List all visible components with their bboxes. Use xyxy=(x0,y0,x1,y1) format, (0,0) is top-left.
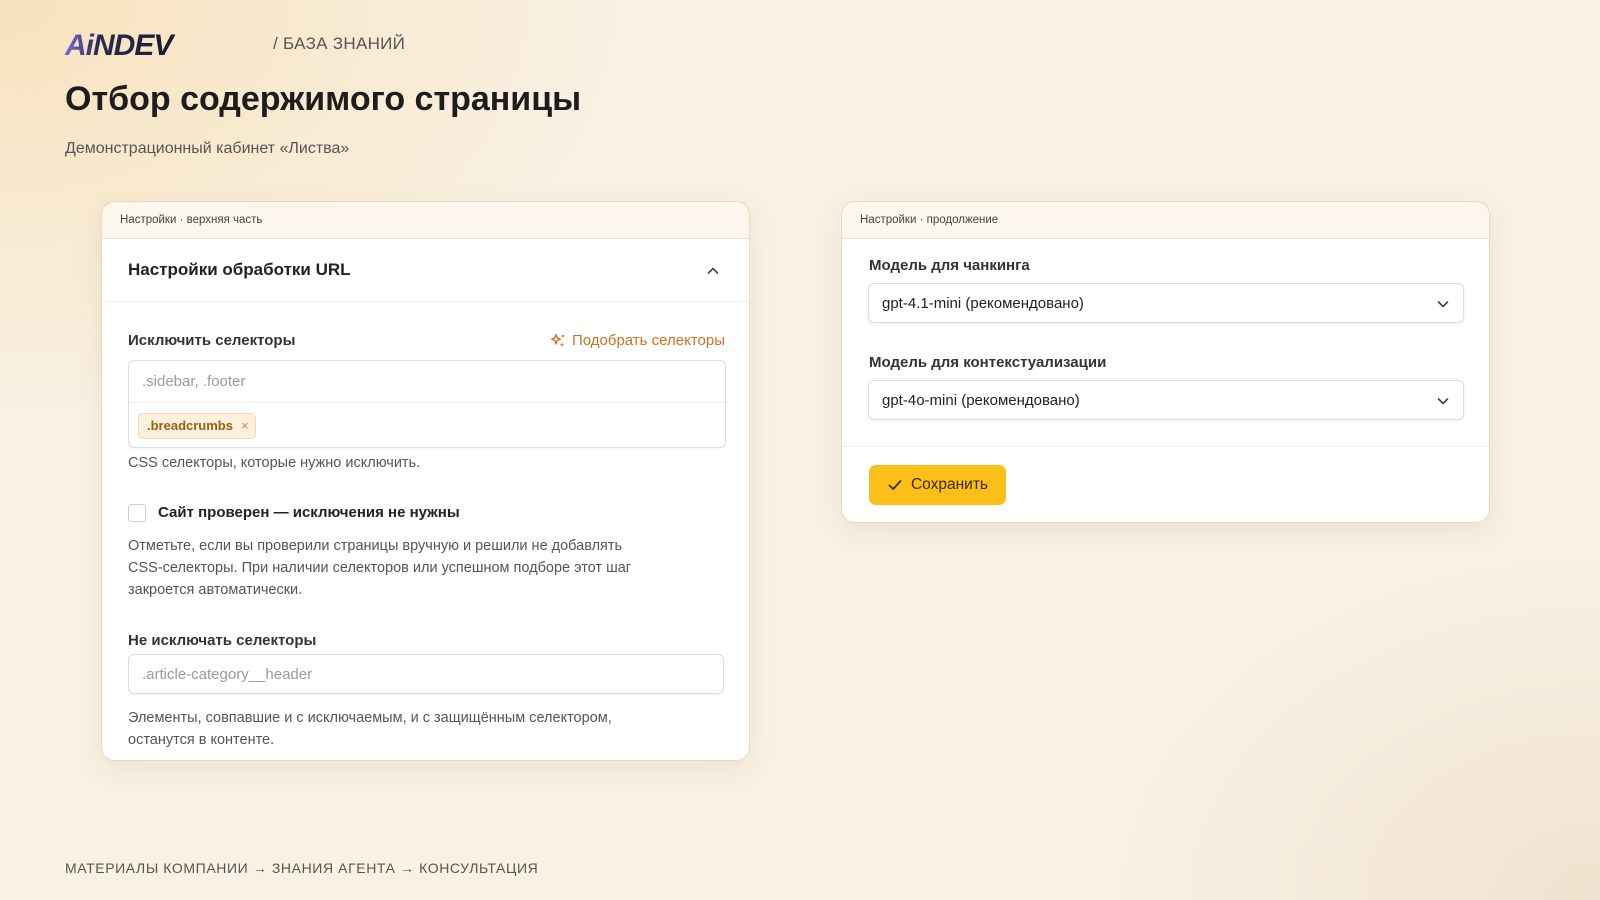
header: AiNDEV / БАЗА ЗНАНИЙ xyxy=(65,30,405,58)
footer-flow: МАТЕРИАЛЫ КОМПАНИИ → ЗНАНИЯ АГЕНТА → КОН… xyxy=(65,860,539,876)
chunking-model-select[interactable]: gpt-4.1-mini (рекомендовано) xyxy=(868,283,1464,323)
context-model-value: gpt-4o-mini (рекомендовано) xyxy=(882,392,1080,409)
chevron-down-icon xyxy=(1437,398,1449,405)
helper-line: CSS-селекторы. При наличии селекторов ил… xyxy=(128,560,632,576)
helper-line: Элементы, совпавшие и с исключаемым, и с… xyxy=(128,710,612,726)
page-subtitle: Демонстрационный кабинет «Листва» xyxy=(65,140,350,157)
brand-logo[interactable]: AiNDEV xyxy=(65,30,251,58)
url-settings-header[interactable]: Настройки обработки URL xyxy=(102,239,749,302)
chunking-model-label: Модель для чанкинга xyxy=(869,257,1030,274)
exclude-helper-text: CSS селекторы, которые нужно исключить. xyxy=(128,455,421,471)
selector-chip: .breadcrumbs × xyxy=(138,413,256,439)
helper-line: останутся в контенте. xyxy=(128,732,275,748)
save-button[interactable]: Сохранить xyxy=(869,465,1006,505)
check-icon xyxy=(888,480,902,490)
keep-selectors-input[interactable] xyxy=(128,654,724,694)
site-verified-helper: Отметьте, если вы проверили страницы вру… xyxy=(128,535,631,601)
section-title: Настройки обработки URL xyxy=(128,260,351,279)
context-model-select[interactable]: gpt-4o-mini (рекомендовано) xyxy=(868,380,1464,420)
pick-selectors-label: Подобрать селекторы xyxy=(571,332,725,349)
chevron-down-icon xyxy=(1437,301,1449,308)
card-bar-label: Настройки · верхняя часть xyxy=(102,202,749,239)
model-settings-card: Настройки · продолжение Модель для чанки… xyxy=(841,201,1490,523)
sparkle-icon xyxy=(550,333,565,347)
url-settings-card: Настройки · верхняя часть Настройки обра… xyxy=(101,201,750,761)
close-icon[interactable]: × xyxy=(241,414,249,438)
svg-text:AiNDEV: AiNDEV xyxy=(65,30,176,58)
helper-line: Отметьте, если вы проверили страницы вру… xyxy=(128,538,623,554)
exclude-selectors-label: Исключить селекторы xyxy=(128,332,296,349)
save-button-label: Сохранить xyxy=(910,476,989,493)
helper-line: закроется автоматически. xyxy=(128,582,303,598)
brand-logo-image: AiNDEV xyxy=(65,30,177,58)
chip-label: .breadcrumbs xyxy=(147,418,233,433)
chunking-model-value: gpt-4.1-mini (рекомендовано) xyxy=(882,295,1084,312)
pick-selectors-button[interactable]: Подобрать селекторы xyxy=(550,332,725,349)
exclude-selectors-input[interactable] xyxy=(129,361,725,403)
keep-selectors-label: Не исключать селекторы xyxy=(128,632,317,649)
chevron-up-icon[interactable] xyxy=(705,263,721,279)
keep-helper-text: Элементы, совпавшие и с исключаемым, и с… xyxy=(128,707,612,751)
exclude-selectors-field[interactable]: .breadcrumbs × xyxy=(128,360,726,448)
divider xyxy=(842,446,1489,447)
page-title: Отбор содержимого страницы xyxy=(65,80,582,118)
context-model-label: Модель для контекстуализации xyxy=(869,354,1107,371)
breadcrumb[interactable]: / БАЗА ЗНАНИЙ xyxy=(273,34,405,54)
site-verified-label[interactable]: Сайт проверен — исключения не нужны xyxy=(158,504,460,521)
site-verified-checkbox[interactable] xyxy=(128,504,146,522)
card-bar-label: Настройки · продолжение xyxy=(842,202,1489,239)
